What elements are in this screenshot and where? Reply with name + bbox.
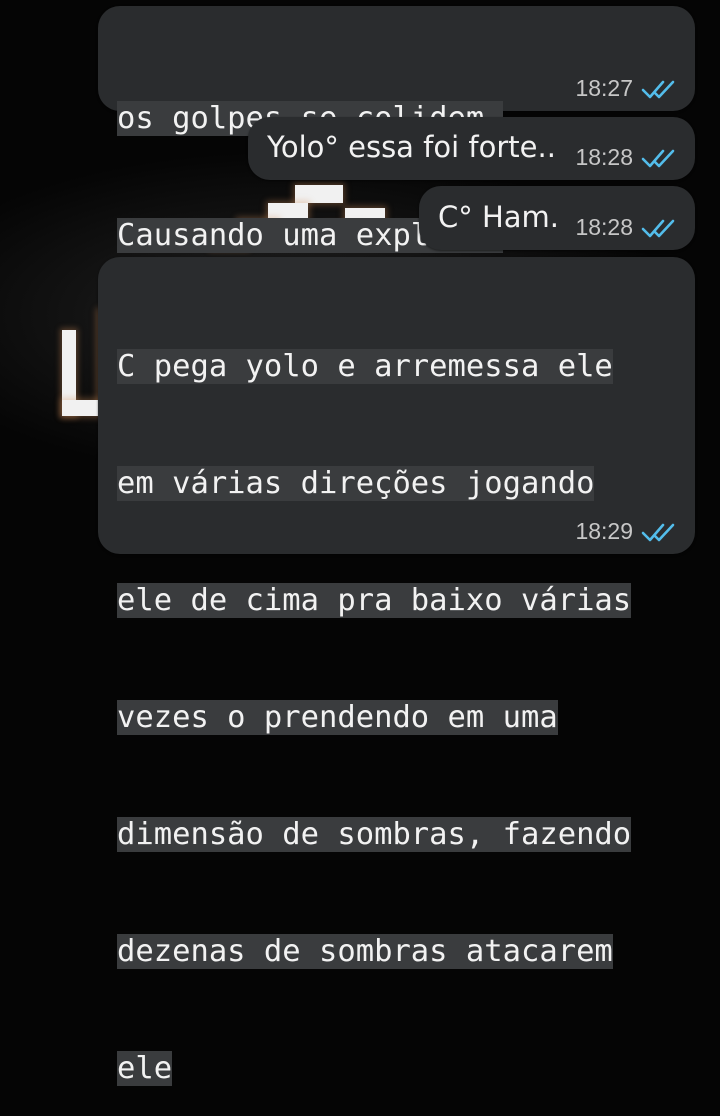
message-text: C pega yolo e arremessa ele em várias di… bbox=[117, 349, 632, 1086]
message-text: Yolo° essa foi forte.. bbox=[267, 130, 556, 164]
message-bubble[interactable]: C° Ham. 18:28 bbox=[419, 186, 695, 250]
message-bubble[interactable]: os golpes se colidem. Causando uma explo… bbox=[98, 6, 695, 253]
double-check-read-icon bbox=[641, 523, 675, 541]
double-check-read-icon bbox=[641, 149, 675, 167]
message-text: C° Ham. bbox=[438, 200, 560, 234]
message-bubble[interactable]: C pega yolo e arremessa ele em várias di… bbox=[98, 257, 695, 1086]
message-bubble[interactable]: Yolo° essa foi forte.. 18:28 bbox=[248, 117, 695, 180]
message-timestamp: 18:29 bbox=[575, 518, 633, 544]
double-check-read-icon bbox=[641, 80, 675, 98]
message-timestamp: 18:28 bbox=[575, 144, 633, 170]
message-timestamp: 18:27 bbox=[575, 75, 633, 101]
double-check-read-icon bbox=[641, 219, 675, 237]
message-timestamp: 18:28 bbox=[575, 214, 633, 240]
